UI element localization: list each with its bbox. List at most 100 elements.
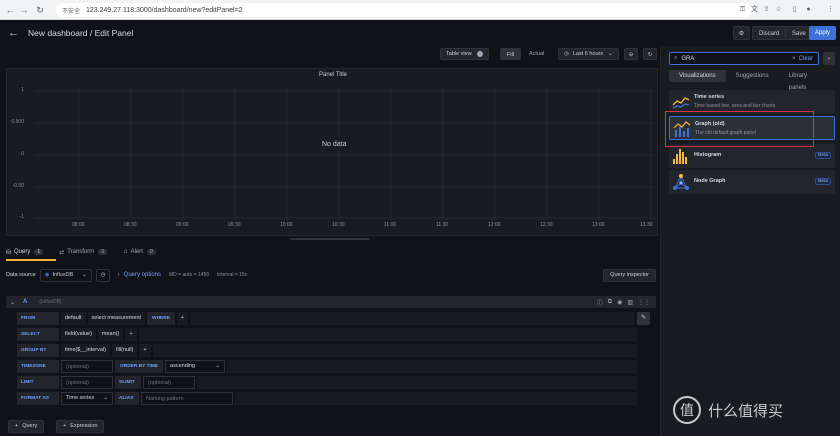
tab-query[interactable]: ⛁ Query 1 bbox=[6, 249, 44, 256]
alias-label: ALIAS bbox=[115, 392, 139, 405]
sidebar-icon[interactable]: ▯ bbox=[790, 5, 799, 14]
query-ref[interactable]: A bbox=[23, 299, 27, 305]
table-view-toggle[interactable]: Table view bbox=[440, 48, 489, 60]
select-field[interactable]: field(value) bbox=[61, 328, 96, 341]
from-db[interactable]: default bbox=[61, 312, 86, 325]
apply-button[interactable]: Apply bbox=[809, 26, 837, 40]
panel-title: Panel Title bbox=[318, 72, 348, 78]
groupby-add-button[interactable]: + bbox=[139, 344, 151, 357]
edit-pencil-icon[interactable]: ✎ bbox=[637, 312, 650, 325]
translate-icon[interactable]: 文 bbox=[750, 5, 759, 14]
slimit-input[interactable]: (optional) bbox=[143, 376, 195, 389]
datasource-name: InfluxDB bbox=[52, 271, 74, 278]
collapse-chevron-icon[interactable]: ⌄ bbox=[10, 299, 15, 306]
refresh-icon[interactable]: ↻ bbox=[643, 48, 657, 60]
clear-x-icon[interactable]: × bbox=[792, 56, 796, 62]
select-mean[interactable]: mean() bbox=[97, 328, 124, 341]
query-inspector-button[interactable]: Query inspector bbox=[603, 268, 656, 282]
from-measurement[interactable]: select measurement bbox=[87, 312, 146, 325]
x-tick: 09:00 bbox=[176, 222, 189, 228]
duplicate-icon[interactable]: ⧉ bbox=[608, 299, 612, 306]
y-tick: 0.500 bbox=[11, 119, 24, 125]
drag-handle-icon[interactable]: ⋮⋮ bbox=[638, 299, 650, 306]
eye-icon[interactable]: ◉ bbox=[617, 299, 622, 306]
limit-row: LIMIT (optional) SLIMIT (optional) bbox=[17, 376, 637, 389]
star-icon[interactable]: ☆ bbox=[774, 5, 783, 14]
select-add-button[interactable]: + bbox=[125, 328, 137, 341]
influxdb-icon: ◉ bbox=[44, 271, 50, 278]
menu-icon[interactable]: ⋮ bbox=[826, 5, 835, 14]
x-tick: 12:00 bbox=[488, 222, 501, 228]
limit-label: LIMIT bbox=[17, 376, 59, 389]
fill-button[interactable]: Fill bbox=[500, 48, 522, 60]
row-fill bbox=[138, 328, 637, 341]
viz-card-node-graph[interactable]: Node Graph Beta bbox=[669, 170, 835, 194]
table-view-label: Table view bbox=[446, 51, 472, 57]
alias-input[interactable]: Naming pattern bbox=[141, 392, 233, 405]
query-datasource: (InfluxDB) bbox=[39, 299, 62, 305]
resize-handle[interactable] bbox=[290, 238, 370, 240]
forward-arrow-icon[interactable]: → bbox=[18, 4, 30, 16]
x-tick: 12:30 bbox=[540, 222, 553, 228]
select-row: SELECT field(value) mean() + bbox=[17, 328, 637, 341]
add-query-label: Query bbox=[22, 423, 38, 429]
card-name: Node Graph bbox=[694, 178, 726, 184]
share-icon[interactable]: ⇪ bbox=[762, 5, 771, 14]
query-options-link[interactable]: Query options bbox=[124, 272, 161, 278]
clear-link[interactable]: Clear bbox=[799, 56, 813, 62]
orderby-label: ORDER BY TIME bbox=[115, 360, 164, 373]
history-icon[interactable]: ◷ bbox=[95, 268, 110, 282]
tab-suggestions[interactable]: Suggestions bbox=[726, 70, 779, 82]
back-arrow-icon[interactable]: ← bbox=[4, 4, 16, 16]
where-label: WHERE bbox=[147, 312, 175, 325]
limit-input[interactable]: (optional) bbox=[61, 376, 113, 389]
chevron-right-icon: › bbox=[117, 272, 120, 278]
viz-search-input[interactable]: ⌕ GRA × Clear bbox=[669, 52, 819, 65]
discard-button[interactable]: Discard bbox=[752, 26, 787, 40]
transform-icon: ⇄ bbox=[59, 249, 65, 256]
actual-button[interactable]: Actual bbox=[523, 48, 550, 60]
groupby-fill[interactable]: fill(null) bbox=[111, 344, 138, 357]
graph-grid bbox=[35, 87, 655, 219]
slimit-label: SLIMIT bbox=[115, 376, 141, 389]
orderby-select[interactable]: ascending ⌄ bbox=[165, 360, 226, 373]
tab-label: Transform bbox=[67, 249, 95, 255]
zoom-out-icon[interactable]: ⊖ bbox=[624, 48, 638, 60]
datasource-picker[interactable]: ◉ InfluxDB ⌄ bbox=[39, 268, 92, 282]
chevron-down-icon: ⌄ bbox=[82, 271, 87, 278]
profile-icon[interactable]: ● bbox=[804, 5, 813, 14]
collapse-pane-icon[interactable]: ⌄ bbox=[823, 52, 835, 65]
address-bar[interactable]: 不安全 123.249.27.118:3000/dashboard/new?ed… bbox=[56, 3, 752, 17]
query-header: ⌄ A (InfluxDB) ⓘ ⧉ ◉ ▥ ⋮⋮ bbox=[6, 296, 656, 308]
timezone-label: TIMEZONE bbox=[17, 360, 59, 373]
help-icon[interactable]: ⓘ bbox=[597, 298, 603, 307]
tab-transform[interactable]: ⇄ Transform 0 bbox=[59, 249, 108, 256]
groupby-time[interactable]: time($__interval) bbox=[61, 344, 110, 357]
key-icon[interactable]: ⚿ bbox=[738, 5, 747, 14]
tab-alert[interactable]: ♫ Alert 0 bbox=[123, 249, 156, 255]
viz-card-histogram[interactable]: Histogram Beta bbox=[669, 144, 835, 168]
formatas-select[interactable]: Time series ⌄ bbox=[61, 392, 113, 405]
tab-label: Query bbox=[14, 249, 31, 255]
row-fill bbox=[190, 312, 634, 325]
reload-icon[interactable]: ↻ bbox=[34, 4, 46, 16]
tab-library-panels[interactable]: Library panels bbox=[779, 70, 835, 91]
tab-visualizations[interactable]: Visualizations bbox=[669, 70, 726, 82]
x-tick: 13:00 bbox=[592, 222, 605, 228]
datasource-label: Data source bbox=[6, 272, 36, 278]
histogram-icon bbox=[673, 149, 687, 164]
add-query-button[interactable]: + Query bbox=[8, 420, 45, 433]
time-range-picker[interactable]: ◷ Last 6 hours ⌄ bbox=[558, 48, 619, 60]
where-add-button[interactable]: + bbox=[176, 312, 189, 325]
bell-icon: ♫ bbox=[123, 249, 128, 255]
trash-icon[interactable]: ▥ bbox=[627, 299, 633, 306]
x-tick: 11:00 bbox=[384, 222, 397, 228]
y-tick: 1 bbox=[21, 87, 24, 93]
timezone-input[interactable]: (optional) bbox=[61, 360, 113, 373]
settings-gear-icon[interactable]: ⚙ bbox=[733, 26, 750, 40]
x-tick: 10:00 bbox=[280, 222, 293, 228]
x-tick: 10:30 bbox=[332, 222, 345, 228]
back-icon[interactable]: ← bbox=[8, 27, 19, 39]
clock-icon: ◷ bbox=[564, 51, 569, 57]
add-expression-button[interactable]: + Expression bbox=[56, 420, 105, 433]
